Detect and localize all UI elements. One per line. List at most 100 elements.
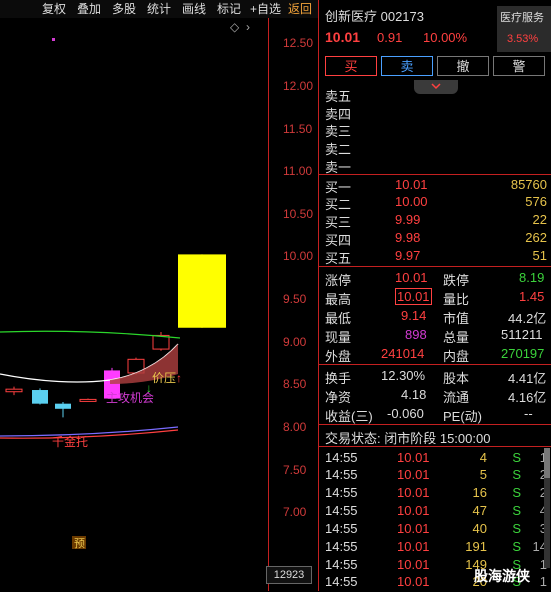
outer-volume-value: 241014 [381,346,425,361]
candle-body[interactable] [32,390,48,404]
buy-level-label: 买三 [325,215,352,230]
cancel-button[interactable]: 撤 [437,56,489,76]
tick-time: 14:55 [325,557,358,572]
volume-ratio-label: 量比 [443,292,470,307]
multi-stock-button[interactable]: 多股 [110,0,138,18]
mark-button[interactable]: 标记 [215,0,243,18]
tick-volume: 40 [472,521,487,536]
sell-level-label: 卖五 [325,89,352,104]
last-volume-label: 现量 [325,330,352,345]
tick-price: 10.01 [397,521,430,536]
quote-panel: 创新医疗 002173 10.01 0.91 10.00% 医疗服务 3.53%… [318,0,551,591]
axis-label: 11.00 [283,164,313,178]
stock-change: 0.91 [377,30,403,45]
limit-down-value: 8.19 [519,270,545,285]
buy-level-label: 买五 [325,251,352,266]
stock-price: 10.01 [325,29,361,45]
candle-body[interactable] [55,403,71,409]
chart-toolbar: 复权 叠加 多股 统计 画线 标记 +自选 返回 [0,0,318,18]
back-button[interactable]: 返回 [286,0,314,18]
tick-direction: S [512,467,521,482]
stock-change-pct: 10.00% [423,30,468,45]
axis-label: 9.50 [283,292,307,306]
sector-box[interactable]: 医疗服务 3.53% [497,6,551,52]
outer-volume-label: 外盘 [325,349,352,364]
tick-time: 14:55 [325,574,358,589]
tick-volume: 5 [479,467,487,482]
ma-short-line [0,426,179,437]
sector-name: 医疗服务 [500,12,544,24]
tick-volume: 191 [465,539,487,554]
sell-level-label: 卖二 [325,142,352,157]
axis-label: 12.50 [283,36,314,50]
tick-time: 14:55 [325,467,358,482]
eps-label: 收益(三) [325,409,373,424]
chevron-right-icon[interactable]: › [246,20,250,34]
divider [319,424,551,425]
quote-header: 创新医疗 002173 10.01 0.91 10.00% 医疗服务 3.53% [319,0,551,56]
price-axis: 12.50 12.00 11.50 11.00 10.50 10.00 9.50… [268,18,319,591]
market-cap-label: 市值 [443,311,470,326]
attack-chance-label: 主攻机会 [106,391,154,405]
squeeze-label: 价压 [152,371,176,385]
tick-price: 10.01 [397,467,430,482]
volume-ratio-value: 1.45 [519,289,545,304]
buy-level-volume: 22 [532,212,547,227]
limit-up-label: 涨停 [325,273,352,288]
tick-price: 10.01 [397,485,430,500]
alert-button[interactable]: 警 [493,56,545,76]
statistics-button[interactable]: 统计 [145,0,173,18]
axis-label: 7.50 [283,463,307,477]
tick-price: 10.01 [397,574,430,589]
candle-body[interactable] [178,254,226,328]
buy-level-price: 9.97 [395,248,421,263]
limit-down-label: 跌停 [443,273,470,288]
tick-time: 14:55 [325,485,358,500]
tick-scrollbar[interactable] [544,448,550,568]
diamond-icon[interactable]: ◇ [230,20,240,34]
buy-level-label: 买二 [325,197,352,212]
up-arrow-icon: ↑ [176,371,182,385]
buy-level-row: 买四 9.98 262 [325,230,547,248]
kline-chart[interactable]: ◇ › 价压 ↑ ↓ 主攻机会 千金托 预 [0,18,268,591]
buy-button[interactable]: 买 [325,56,377,76]
float-shares-value: 4.16亿 [508,390,547,405]
net-assets-label: 净资 [325,390,352,405]
divider [319,446,551,447]
axis-label: 9.00 [283,335,307,349]
buy-level-price: 10.00 [395,194,428,209]
pe-value: -- [524,406,533,421]
tick-time: 14:55 [325,521,358,536]
trading-status: 交易状态: 闭市阶段 15:00:00 [325,431,491,446]
scroll-thumb[interactable] [544,448,550,478]
tick-time: 14:55 [325,450,358,465]
last-volume-value: 898 [405,327,427,342]
eps-value: -0.060 [387,406,424,421]
sector-pct: 3.53% [507,33,539,45]
total-volume-value: 511211 [501,327,543,342]
tick-row: 14:55 10.01 191 S 14 [325,539,547,557]
restore-rights-button[interactable]: 复权 [40,0,68,18]
tick-volume: 16 [472,485,487,500]
inner-volume-value: 270197 [501,346,545,361]
watermark: 股海游侠 [474,568,530,584]
draw-line-button[interactable]: 画线 [180,0,208,18]
candle-body[interactable] [152,334,170,350]
buy-level-volume: 85760 [510,177,547,192]
divider [319,364,551,365]
tick-price: 10.01 [397,503,430,518]
candle-body[interactable] [5,388,23,393]
overlay-button[interactable]: 叠加 [75,0,103,18]
support-label: 千金托 [52,434,88,449]
inner-volume-label: 内盘 [443,349,470,364]
sell-button[interactable]: 卖 [381,56,433,76]
preview-label: 预 [74,537,85,550]
tick-direction: S [512,503,521,518]
net-assets-value: 4.18 [401,387,427,402]
add-watchlist-button[interactable]: +自选 [248,0,283,18]
buy-level-price: 9.98 [395,230,421,245]
candle-body[interactable] [79,398,97,402]
tick-price: 10.01 [397,539,430,554]
turnover-value: 12.30% [381,368,426,383]
buy-level-price: 10.01 [395,177,428,192]
